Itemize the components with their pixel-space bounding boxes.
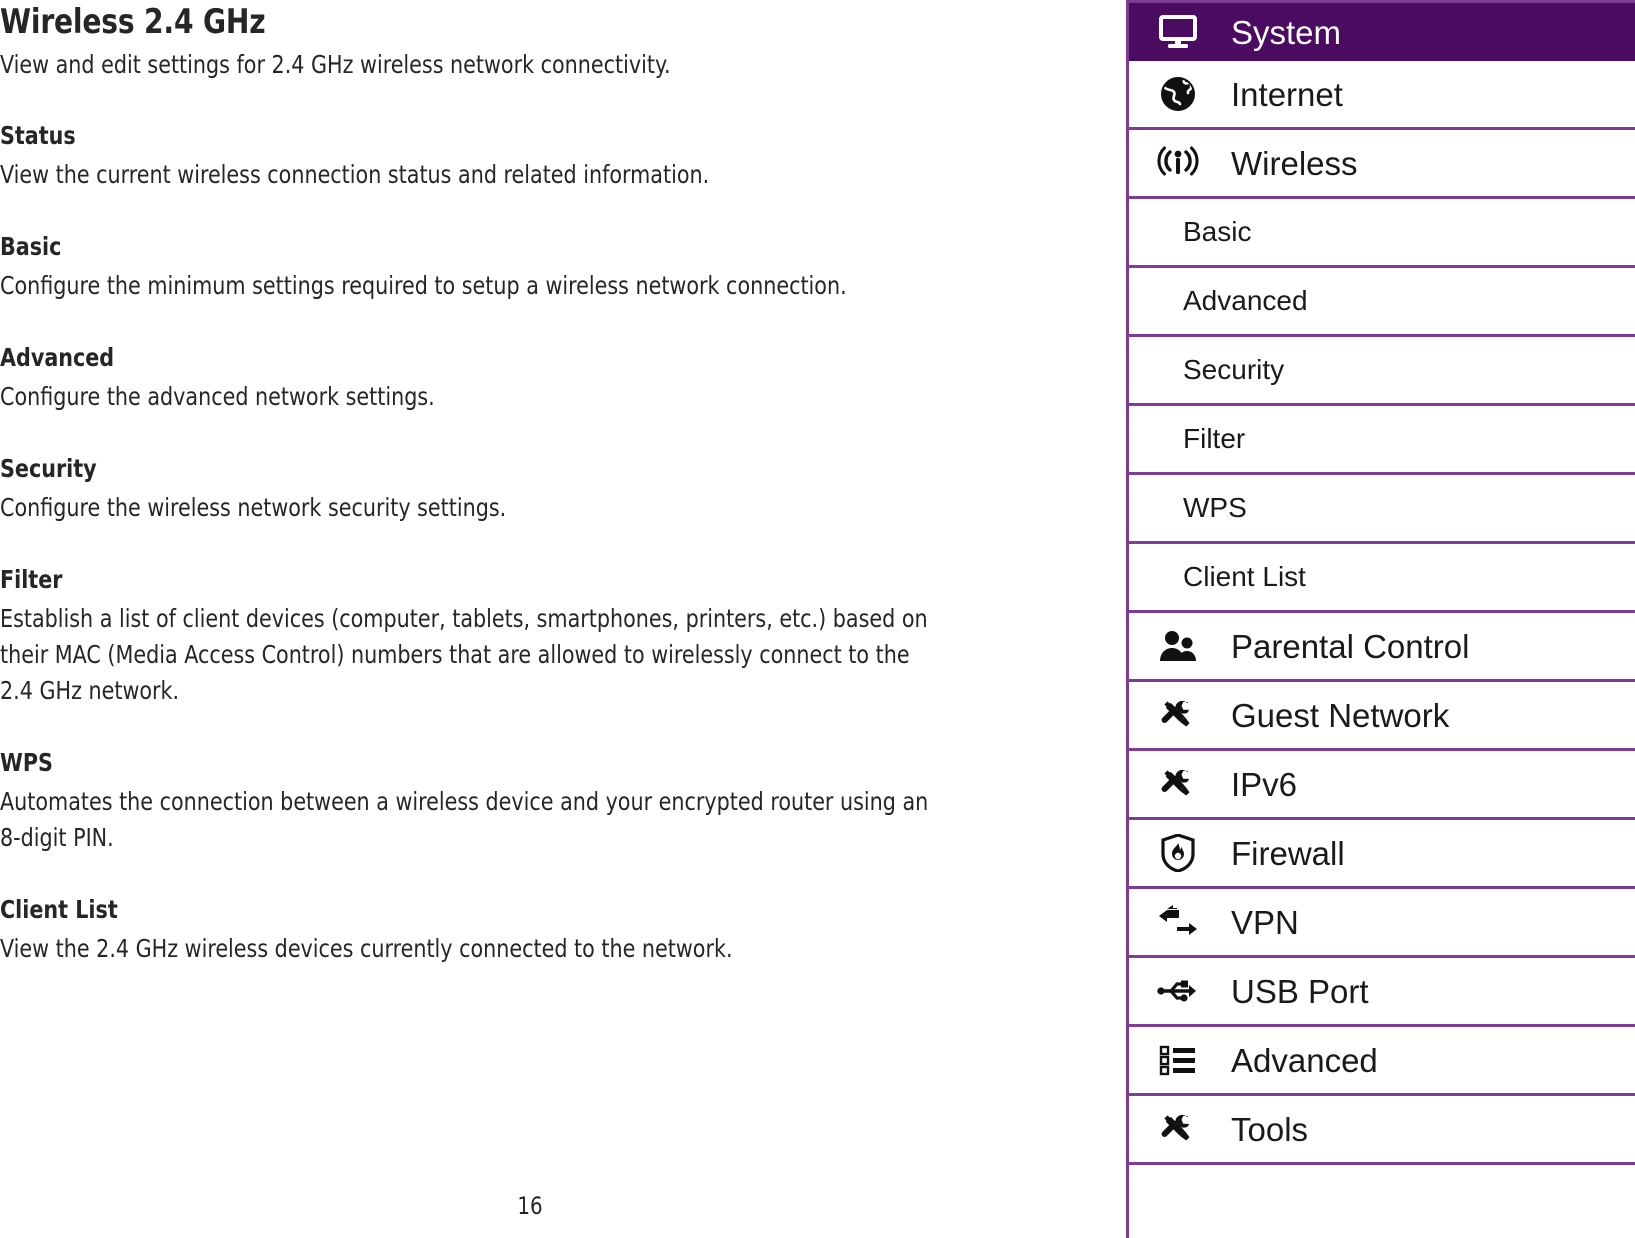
menu-item-label: Tools xyxy=(1231,1110,1309,1148)
menu-item-system[interactable]: System xyxy=(1129,0,1635,61)
bullet-list-icon xyxy=(1151,1038,1205,1082)
menu-item-label: Firewall xyxy=(1231,834,1345,872)
people-icon xyxy=(1151,624,1205,668)
menu-item-label: Internet xyxy=(1231,75,1343,113)
menu-item-basic[interactable]: Basic xyxy=(1129,199,1635,268)
menu-item-filter[interactable]: Filter xyxy=(1129,406,1635,475)
section-heading: Status xyxy=(0,121,76,150)
menu-item-label: USB Port xyxy=(1231,972,1369,1010)
menu-item-label: Guest Network xyxy=(1231,696,1450,734)
menu-item-tools[interactable]: Tools xyxy=(1129,1096,1635,1165)
menu-item-wps[interactable]: WPS xyxy=(1129,475,1635,544)
menu-item-internet[interactable]: Internet xyxy=(1129,61,1635,130)
section-filter: Filter Establish a list of client device… xyxy=(0,564,1030,709)
section-heading: Basic xyxy=(0,232,62,261)
menu-item-label: IPv6 xyxy=(1231,765,1298,803)
monitor-icon xyxy=(1151,10,1205,54)
menu-item-label: Advanced xyxy=(1231,1041,1378,1079)
menu-item-wireless[interactable]: Wireless xyxy=(1129,130,1635,199)
menu-item-label: Parental Control xyxy=(1231,627,1470,665)
section-heading: WPS xyxy=(0,748,53,777)
tools-icon xyxy=(1151,762,1205,806)
section-body: Configure the advanced network settings. xyxy=(0,382,435,411)
menu-item-client-list[interactable]: Client List xyxy=(1129,544,1635,613)
menu-item-label: Filter xyxy=(1183,423,1246,454)
globe-icon xyxy=(1151,72,1205,116)
menu-item-label: Wireless xyxy=(1231,144,1358,182)
menu-item-label: Security xyxy=(1183,354,1285,385)
tools-icon xyxy=(1151,1107,1205,1151)
menu-item-security[interactable]: Security xyxy=(1129,337,1635,406)
menu-item-label: VPN xyxy=(1231,903,1299,941)
wifi-signal-icon xyxy=(1151,141,1205,185)
shield-flame-icon xyxy=(1151,831,1205,875)
menu-item-parental-control[interactable]: Parental Control xyxy=(1129,613,1635,682)
menu-item-label: System xyxy=(1231,13,1342,51)
menu-item-label: Basic xyxy=(1183,216,1252,247)
document-body: Wireless 2.4 GHz View and edit settings … xyxy=(0,2,1030,967)
section-basic: Basic Configure the minimum settings req… xyxy=(0,231,1030,304)
menu-item-vpn[interactable]: VPN xyxy=(1129,889,1635,958)
section-body: View the 2.4 GHz wireless devices curren… xyxy=(0,934,733,963)
section-security: Security Configure the wireless network … xyxy=(0,453,1030,526)
usb-icon xyxy=(1151,969,1205,1013)
section-heading: Client List xyxy=(0,895,118,924)
section-body: Establish a list of client devices (comp… xyxy=(0,604,928,705)
menu-item-label: Advanced xyxy=(1183,285,1308,316)
navigation-menu: System Internet Wireless Basic Advanced Sec… xyxy=(1126,0,1635,1238)
section-body: View the current wireless connection sta… xyxy=(0,160,710,189)
page-title: Wireless 2.4 GHz xyxy=(0,2,266,42)
section-heading: Security xyxy=(0,454,97,483)
section-body: Automates the connection between a wirel… xyxy=(0,787,929,852)
section-client-list: Client List View the 2.4 GHz wireless de… xyxy=(0,894,1030,967)
section-advanced: Advanced Configure the advanced network … xyxy=(0,342,1030,415)
menu-item-label: Client List xyxy=(1183,561,1306,592)
two-arrows-icon xyxy=(1151,900,1205,944)
menu-item-ipv6[interactable]: IPv6 xyxy=(1129,751,1635,820)
section-heading: Filter xyxy=(0,565,63,594)
menu-item-guest-network[interactable]: Guest Network xyxy=(1129,682,1635,751)
menu-item-advanced[interactable]: Advanced xyxy=(1129,268,1635,337)
menu-item-firewall[interactable]: Firewall xyxy=(1129,820,1635,889)
menu-item-label: WPS xyxy=(1183,492,1247,523)
section-heading: Advanced xyxy=(0,343,115,372)
tools-icon xyxy=(1151,693,1205,737)
section-status: Status View the current wireless connect… xyxy=(0,120,1030,193)
page-number: 16 xyxy=(517,1192,543,1220)
menu-item-advanced[interactable]: Advanced xyxy=(1129,1027,1635,1096)
document-column: Wireless 2.4 GHz View and edit settings … xyxy=(0,0,1060,1238)
section-wps: WPS Automates the connection between a w… xyxy=(0,747,1030,856)
section-body: Configure the minimum settings required … xyxy=(0,271,847,300)
section-body: Configure the wireless network security … xyxy=(0,493,507,522)
page-intro: View and edit settings for 2.4 GHz wirel… xyxy=(0,50,671,79)
menu-item-usb-port[interactable]: USB Port xyxy=(1129,958,1635,1027)
